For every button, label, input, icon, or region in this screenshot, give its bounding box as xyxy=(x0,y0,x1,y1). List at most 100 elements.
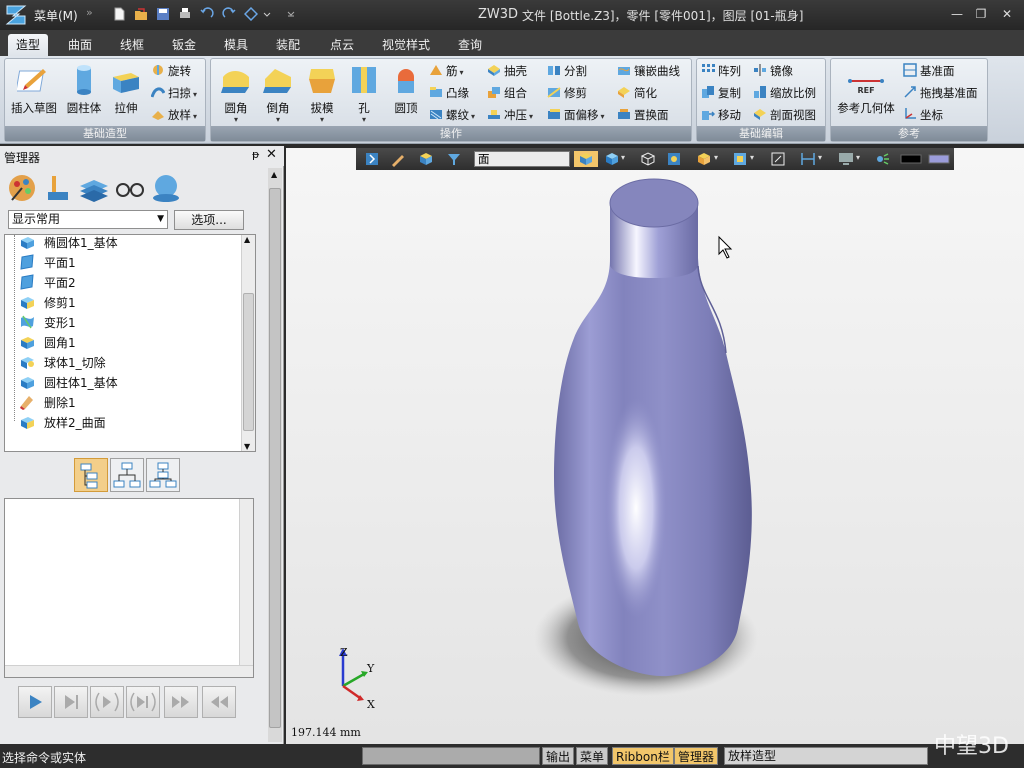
play-to-end-step-button[interactable] xyxy=(126,686,160,718)
extrude-button[interactable]: 拉伸 xyxy=(103,61,149,116)
tree-scrollbar[interactable]: ▲ ▼ xyxy=(241,235,255,451)
select-mode-icon[interactable] xyxy=(244,7,258,21)
chamfer-button[interactable]: 倒角 ▾ xyxy=(255,61,301,124)
new-file-icon[interactable] xyxy=(112,7,126,21)
tab-wireframe[interactable]: 线框 xyxy=(112,34,152,56)
imprint-curve-button[interactable]: 镶嵌曲线 xyxy=(617,61,680,81)
tree-item[interactable]: 圆角1 xyxy=(19,333,76,353)
pattern-button[interactable]: 阵列 xyxy=(701,61,741,81)
simplify-button[interactable]: 简化 xyxy=(617,83,657,103)
tab-output[interactable]: 输出 xyxy=(542,747,575,765)
tree-item[interactable]: 放样2_曲面 xyxy=(19,413,106,433)
close-icon[interactable]: ✕ xyxy=(266,147,277,162)
tree-item[interactable]: 修剪1 xyxy=(19,293,76,313)
datum-plane-button[interactable]: 基准面 xyxy=(903,61,955,81)
open-file-icon[interactable] xyxy=(134,7,148,21)
hierarchy-view-button[interactable] xyxy=(146,458,180,492)
cylinder-button[interactable]: 圆柱体 xyxy=(61,61,107,116)
assembly-manager-tab-icon[interactable] xyxy=(42,172,74,204)
hole-button[interactable]: 孔 ▾ xyxy=(341,61,387,124)
chevron-down-icon[interactable] xyxy=(262,7,272,21)
tree-item[interactable]: 球体1_切除 xyxy=(19,353,106,373)
history-manager-tab-icon[interactable] xyxy=(6,172,38,204)
emboss-dropdown-icon[interactable]: ▾ xyxy=(529,112,533,121)
scale-button[interactable]: 缩放比例 xyxy=(753,83,816,103)
hole-dropdown-icon[interactable]: ▾ xyxy=(341,116,387,124)
move-button[interactable]: 移动 xyxy=(701,105,741,125)
property-pane-vscroll[interactable] xyxy=(239,499,253,665)
tree-view-button[interactable] xyxy=(74,458,108,492)
revolve-button[interactable]: 旋转 xyxy=(151,61,191,81)
print-icon[interactable] xyxy=(178,7,192,21)
graphics-viewport[interactable]: 面 ▾ ▾ ▾ ▾ ▾ Z Y X 197.144 mm xyxy=(286,148,1024,744)
loft-button[interactable]: 放样 ▾ xyxy=(151,105,197,125)
split-button[interactable]: 分割 xyxy=(547,61,587,81)
draft-button[interactable]: 拔模 ▾ xyxy=(299,61,345,124)
fillet-dropdown-icon[interactable]: ▾ xyxy=(213,116,259,124)
structure-view-button[interactable] xyxy=(110,458,144,492)
trim-button[interactable]: 修剪 xyxy=(547,83,587,103)
insert-sketch-button[interactable]: 插入草图 xyxy=(7,61,61,116)
tree-scrollbar-thumb[interactable] xyxy=(243,293,254,431)
copy-button[interactable]: 复制 xyxy=(701,83,741,103)
visual-manager-tab-icon[interactable] xyxy=(150,172,182,204)
play-button[interactable] xyxy=(18,686,52,718)
tab-ribbon[interactable]: Ribbon栏 xyxy=(612,747,674,765)
drag-plane-button[interactable]: 拖拽基准面 xyxy=(903,83,978,103)
tree-item[interactable]: 平面1 xyxy=(19,253,76,273)
reference-geometry-button[interactable]: REF 参考几何体 xyxy=(833,61,899,116)
rib-dropdown-icon[interactable]: ▾ xyxy=(460,68,464,77)
sweep-button[interactable]: 扫掠 ▾ xyxy=(151,83,197,103)
tab-menu[interactable]: 菜单 xyxy=(576,747,609,765)
scroll-up-icon[interactable]: ▲ xyxy=(244,235,250,244)
minimize-icon[interactable]: — xyxy=(948,5,966,23)
scroll-up-icon[interactable]: ▲ xyxy=(271,170,277,179)
draft-dropdown-icon[interactable]: ▾ xyxy=(299,116,345,124)
tab-assembly[interactable]: 装配 xyxy=(268,34,308,56)
section-view-button[interactable]: 剖面视图 xyxy=(753,105,816,125)
restore-icon[interactable]: ❐ xyxy=(972,5,990,23)
tree-item[interactable]: 删除1 xyxy=(19,393,76,413)
tree-item[interactable]: 变形1 xyxy=(19,313,76,333)
tab-modeling[interactable]: 造型 xyxy=(8,34,49,56)
emboss-button[interactable]: 冲压 ▾ xyxy=(487,105,533,125)
thread-button[interactable]: 螺纹 ▾ xyxy=(429,105,475,125)
mirror-button[interactable]: 镜像 xyxy=(753,61,793,81)
tree-item[interactable]: 平面2 xyxy=(19,273,76,293)
dome-button[interactable]: 圆顶 xyxy=(383,61,429,116)
rib-button[interactable]: 筋 ▾ xyxy=(429,61,464,81)
fillet-button[interactable]: 圆角 ▾ xyxy=(213,61,259,124)
step-forward-button[interactable] xyxy=(54,686,88,718)
quick-access-customize-icon[interactable] xyxy=(286,7,296,21)
replace-face-button[interactable]: 置换面 xyxy=(617,105,669,125)
bottle-model[interactable] xyxy=(286,148,1024,744)
redo-icon[interactable] xyxy=(222,7,236,21)
view-manager-tab-icon[interactable] xyxy=(114,172,146,204)
close-window-icon[interactable]: ✕ xyxy=(998,5,1016,23)
tab-manager[interactable]: 管理器 xyxy=(674,747,719,765)
save-icon[interactable] xyxy=(156,7,170,21)
pin-icon[interactable]: ᵽ xyxy=(252,148,259,161)
menu-expand-icon[interactable]: » xyxy=(86,6,93,19)
fast-forward-button[interactable] xyxy=(164,686,198,718)
tree-item[interactable]: 椭圆体1_基体 xyxy=(19,235,118,253)
loft-dropdown-icon[interactable]: ▾ xyxy=(193,112,197,121)
tab-mold[interactable]: 模具 xyxy=(216,34,256,56)
scroll-down-icon[interactable]: ▼ xyxy=(244,442,250,451)
shell-button[interactable]: 抽壳 xyxy=(487,61,527,81)
sweep-dropdown-icon[interactable]: ▾ xyxy=(193,90,197,99)
lip-button[interactable]: 凸缘 xyxy=(429,83,469,103)
undo-icon[interactable] xyxy=(200,7,214,21)
layer-manager-tab-icon[interactable] xyxy=(78,172,110,204)
tab-surface[interactable]: 曲面 xyxy=(60,34,100,56)
tab-pointcloud[interactable]: 点云 xyxy=(322,34,362,56)
status-input-field[interactable] xyxy=(362,747,540,765)
manager-scrollbar-thumb[interactable] xyxy=(269,188,281,728)
display-filter-select[interactable]: 显示常用 ▼ xyxy=(8,210,168,229)
face-offset-dropdown-icon[interactable]: ▾ xyxy=(601,112,605,121)
combine-button[interactable]: 组合 xyxy=(487,83,527,103)
tab-visual-style[interactable]: 视觉样式 xyxy=(374,34,438,56)
tree-item[interactable]: 圆柱体1_基体 xyxy=(19,373,118,393)
rewind-button[interactable] xyxy=(202,686,236,718)
zw3d-logo-icon[interactable] xyxy=(4,3,28,27)
